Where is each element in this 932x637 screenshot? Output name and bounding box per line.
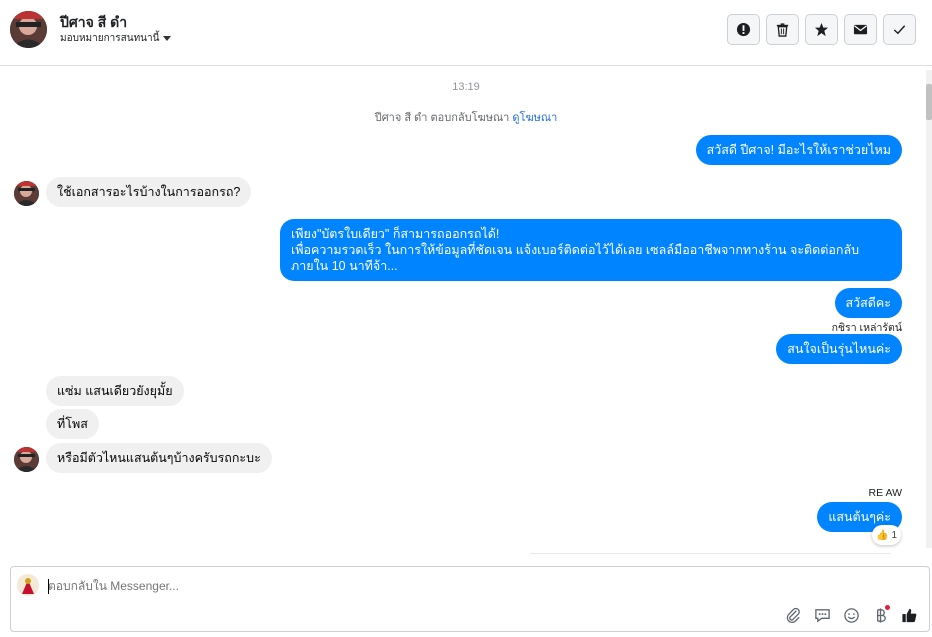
assign-label: มอบหมายการสนทนานี้: [60, 33, 160, 44]
ad-reply-text: ปีศาจ สี ดำ ตอบกลับโฆษณา: [374, 112, 510, 124]
contact-avatar-small: [14, 181, 39, 206]
payment-button[interactable]: [870, 605, 890, 625]
thumbs-up-reaction-icon: 👍: [875, 529, 889, 541]
message-composer: [10, 566, 930, 632]
incoming-message[interactable]: ที่โพส: [46, 409, 99, 439]
caret-down-icon: [163, 36, 172, 41]
alert-icon: [736, 22, 751, 37]
reaction-count: 1: [891, 529, 897, 541]
contact-avatar-small: [14, 447, 39, 472]
outgoing-message[interactable]: สวัสดี ปีศาจ! มีอะไรให้เราช่วยไหม: [695, 135, 902, 165]
reply-input[interactable]: [48, 579, 448, 593]
page-avatar: [17, 574, 39, 596]
message-thread: 13:19 ปีศาจ สี ดำ ตอบกลับโฆษณา ดูโฆษณา ส…: [0, 66, 932, 558]
attach-button[interactable]: [783, 605, 803, 625]
emoji-button[interactable]: [841, 605, 861, 625]
outgoing-message[interactable]: สวัสดีคะ: [834, 288, 902, 318]
mark-spam-button[interactable]: [727, 14, 760, 45]
thumbs-up-icon: [901, 608, 916, 622]
quick-reply-icon: [814, 608, 830, 622]
saved-replies-button[interactable]: [812, 605, 832, 625]
divider: [530, 553, 890, 554]
contact-avatar[interactable]: [10, 11, 47, 48]
outgoing-message[interactable]: สนใจเป็นรุ่นไหนค่ะ: [776, 334, 902, 364]
send-like-button[interactable]: [899, 605, 919, 625]
incoming-message[interactable]: แซ่ม แสนเดียวยังยุมั้ย: [46, 376, 184, 406]
incoming-message[interactable]: หรือมีตัวไหนแสนต้นๆบ้างครับรถกะบะ: [46, 443, 272, 473]
sender-name: RE AW: [868, 487, 902, 499]
conversation-header: ปีศาจ สี ดำ มอบหมายการสนทนานี้: [0, 0, 932, 66]
incoming-message[interactable]: ใช้เอกสารอะไรบ้างในการออกรถ?: [46, 177, 252, 207]
trash-icon: [776, 23, 789, 37]
thread-timestamp: 13:19: [452, 81, 480, 93]
scrollbar-thumb[interactable]: [926, 84, 932, 120]
ad-reply-notice: ปีศาจ สี ดำ ตอบกลับโฆษณา ดูโฆษณา: [0, 108, 932, 126]
emoji-icon: [843, 607, 859, 623]
thread-scrollbar[interactable]: [926, 70, 932, 548]
star-button[interactable]: [805, 14, 838, 45]
message-line: เพียง"บัตรใบเดียว" ก็สามารถออกรถได้!: [291, 227, 500, 241]
view-ad-link[interactable]: ดูโฆษณา: [512, 112, 557, 124]
message-reaction[interactable]: 👍 1: [871, 525, 901, 545]
mark-done-button[interactable]: [883, 14, 916, 45]
outgoing-message[interactable]: เพียง"บัตรใบเดียว" ก็สามารถออกรถได้! เพื…: [280, 219, 902, 281]
delete-button[interactable]: [766, 14, 799, 45]
assign-conversation-dropdown[interactable]: มอบหมายการสนทนานี้: [60, 31, 172, 46]
notification-dot: [885, 605, 890, 610]
envelope-icon: [853, 24, 868, 35]
star-icon: [814, 22, 829, 37]
message-line: เพื่อความรวดเร็ว ในการให้ข้อมูลที่ชัดเจน…: [291, 243, 860, 273]
mark-unread-button[interactable]: [844, 14, 877, 45]
check-icon: [893, 25, 906, 35]
paperclip-icon: [786, 607, 800, 623]
